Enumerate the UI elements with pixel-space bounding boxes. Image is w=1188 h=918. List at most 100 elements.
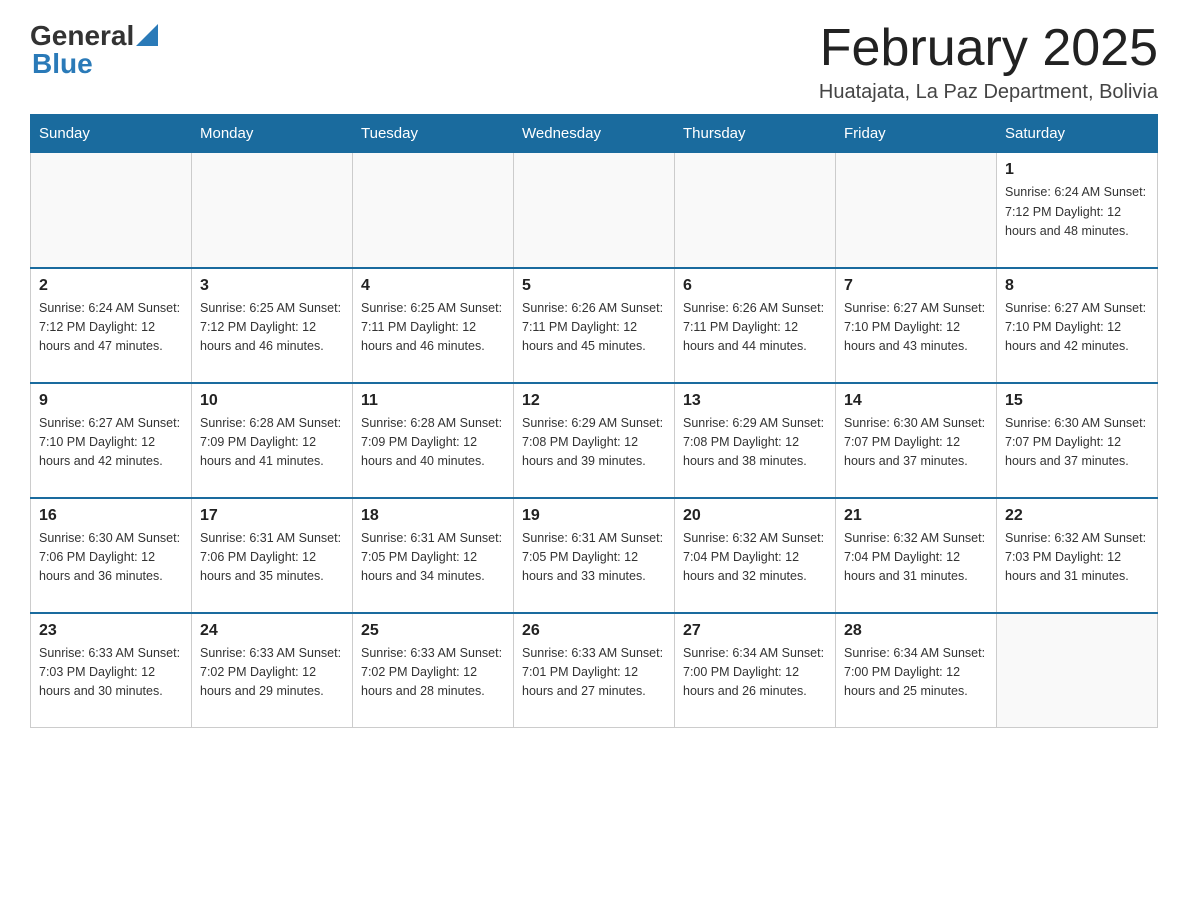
day-number: 2 bbox=[39, 277, 183, 295]
day-info: Sunrise: 6:30 AM Sunset: 7:07 PM Dayligh… bbox=[1005, 414, 1149, 472]
day-number: 20 bbox=[683, 507, 827, 525]
calendar-week-row: 23Sunrise: 6:33 AM Sunset: 7:03 PM Dayli… bbox=[31, 613, 1158, 728]
calendar-cell: 25 Sunrise: 6:33 AM Sunset: 7:02 PM Dayli… bbox=[353, 613, 514, 728]
day-info: Sunrise: 6:33 AM Sunset: 7:01 PM Dayligh… bbox=[522, 644, 666, 702]
calendar-cell: 8 Sunrise: 6:27 AM Sunset: 7:10 PM Daylig… bbox=[997, 268, 1158, 383]
day-info: Sunrise: 6:26 AM Sunset: 7:11 PM Dayligh… bbox=[522, 299, 666, 357]
calendar-cell bbox=[997, 613, 1158, 728]
weekday-header: Monday bbox=[192, 115, 353, 153]
day-info: Sunrise: 6:32 AM Sunset: 7:04 PM Dayligh… bbox=[683, 529, 827, 587]
calendar-cell: 3Sunrise: 6:25 AM Sunset: 7:12 PM Daylig… bbox=[192, 268, 353, 383]
day-number: 1 bbox=[1005, 161, 1149, 179]
day-number: 16 bbox=[39, 507, 183, 525]
calendar-week-row: 16 Sunrise: 6:30 AM Sunset: 7:06 PM Dayli… bbox=[31, 498, 1158, 613]
calendar-cell: 12 Sunrise: 6:29 AM Sunset: 7:08 PM Dayli… bbox=[514, 383, 675, 498]
logo-blue-text: Blue bbox=[32, 48, 93, 79]
day-info: Sunrise: 6:32 AM Sunset: 7:03 PM Dayligh… bbox=[1005, 529, 1149, 587]
day-number: 17 bbox=[200, 507, 344, 525]
day-number: 13 bbox=[683, 392, 827, 410]
weekday-header: Sunday bbox=[31, 115, 192, 153]
calendar-cell bbox=[192, 153, 353, 268]
calendar-cell: 4 Sunrise: 6:25 AM Sunset: 7:11 PM Daylig… bbox=[353, 268, 514, 383]
calendar-week-row: 1 Sunrise: 6:24 AM Sunset: 7:12 PM Daylig… bbox=[31, 153, 1158, 268]
calendar-cell: 20 Sunrise: 6:32 AM Sunset: 7:04 PM Dayli… bbox=[675, 498, 836, 613]
calendar-header-row: SundayMondayTuesdayWednesdayThursdayFrid… bbox=[31, 115, 1158, 153]
day-number: 25 bbox=[361, 622, 505, 640]
weekday-header: Friday bbox=[836, 115, 997, 153]
location-title: Huatajata, La Paz Department, Bolivia bbox=[819, 81, 1158, 104]
day-number: 19 bbox=[522, 507, 666, 525]
day-info: Sunrise: 6:32 AM Sunset: 7:04 PM Dayligh… bbox=[844, 529, 988, 587]
day-number: 3 bbox=[200, 277, 344, 295]
day-number: 21 bbox=[844, 507, 988, 525]
day-info: Sunrise: 6:34 AM Sunset: 7:00 PM Dayligh… bbox=[683, 644, 827, 702]
day-number: 28 bbox=[844, 622, 988, 640]
day-number: 26 bbox=[522, 622, 666, 640]
calendar-cell: 24 Sunrise: 6:33 AM Sunset: 7:02 PM Dayli… bbox=[192, 613, 353, 728]
day-number: 11 bbox=[361, 392, 505, 410]
calendar-cell: 23Sunrise: 6:33 AM Sunset: 7:03 PM Dayli… bbox=[31, 613, 192, 728]
calendar-cell: 2 Sunrise: 6:24 AM Sunset: 7:12 PM Daylig… bbox=[31, 268, 192, 383]
day-number: 4 bbox=[361, 277, 505, 295]
day-info: Sunrise: 6:27 AM Sunset: 7:10 PM Dayligh… bbox=[844, 299, 988, 357]
calendar-cell: 13 Sunrise: 6:29 AM Sunset: 7:08 PM Dayli… bbox=[675, 383, 836, 498]
day-number: 27 bbox=[683, 622, 827, 640]
day-number: 24 bbox=[200, 622, 344, 640]
calendar-cell: 17 Sunrise: 6:31 AM Sunset: 7:06 PM Dayli… bbox=[192, 498, 353, 613]
calendar-cell: 28 Sunrise: 6:34 AM Sunset: 7:00 PM Dayli… bbox=[836, 613, 997, 728]
day-number: 18 bbox=[361, 507, 505, 525]
day-number: 8 bbox=[1005, 277, 1149, 295]
calendar-cell: 26 Sunrise: 6:33 AM Sunset: 7:01 PM Dayli… bbox=[514, 613, 675, 728]
day-info: Sunrise: 6:33 AM Sunset: 7:03 PM Dayligh… bbox=[39, 644, 183, 702]
calendar-table: SundayMondayTuesdayWednesdayThursdayFrid… bbox=[30, 114, 1158, 728]
day-info: Sunrise: 6:27 AM Sunset: 7:10 PM Dayligh… bbox=[39, 414, 183, 472]
calendar-cell bbox=[836, 153, 997, 268]
day-number: 14 bbox=[844, 392, 988, 410]
calendar-cell bbox=[675, 153, 836, 268]
calendar-cell bbox=[514, 153, 675, 268]
calendar-cell: 16 Sunrise: 6:30 AM Sunset: 7:06 PM Dayli… bbox=[31, 498, 192, 613]
day-info: Sunrise: 6:28 AM Sunset: 7:09 PM Dayligh… bbox=[200, 414, 344, 472]
day-info: Sunrise: 6:30 AM Sunset: 7:06 PM Dayligh… bbox=[39, 529, 183, 587]
calendar-cell: 10 Sunrise: 6:28 AM Sunset: 7:09 PM Dayli… bbox=[192, 383, 353, 498]
calendar-week-row: 2 Sunrise: 6:24 AM Sunset: 7:12 PM Daylig… bbox=[31, 268, 1158, 383]
calendar-cell: 14Sunrise: 6:30 AM Sunset: 7:07 PM Dayli… bbox=[836, 383, 997, 498]
calendar-cell: 19 Sunrise: 6:31 AM Sunset: 7:05 PM Dayli… bbox=[514, 498, 675, 613]
day-number: 15 bbox=[1005, 392, 1149, 410]
calendar-cell: 21 Sunrise: 6:32 AM Sunset: 7:04 PM Dayli… bbox=[836, 498, 997, 613]
day-number: 5 bbox=[522, 277, 666, 295]
day-info: Sunrise: 6:33 AM Sunset: 7:02 PM Dayligh… bbox=[361, 644, 505, 702]
calendar-cell: 22 Sunrise: 6:32 AM Sunset: 7:03 PM Dayli… bbox=[997, 498, 1158, 613]
weekday-header: Tuesday bbox=[353, 115, 514, 153]
day-number: 6 bbox=[683, 277, 827, 295]
day-number: 7 bbox=[844, 277, 988, 295]
day-info: Sunrise: 6:24 AM Sunset: 7:12 PM Dayligh… bbox=[1005, 183, 1149, 241]
calendar-cell: 27 Sunrise: 6:34 AM Sunset: 7:00 PM Dayli… bbox=[675, 613, 836, 728]
weekday-header: Thursday bbox=[675, 115, 836, 153]
calendar-cell: 18Sunrise: 6:31 AM Sunset: 7:05 PM Dayli… bbox=[353, 498, 514, 613]
day-info: Sunrise: 6:29 AM Sunset: 7:08 PM Dayligh… bbox=[522, 414, 666, 472]
calendar-week-row: 9Sunrise: 6:27 AM Sunset: 7:10 PM Daylig… bbox=[31, 383, 1158, 498]
day-number: 22 bbox=[1005, 507, 1149, 525]
day-number: 12 bbox=[522, 392, 666, 410]
logo: General Blue bbox=[30, 20, 158, 80]
day-info: Sunrise: 6:29 AM Sunset: 7:08 PM Dayligh… bbox=[683, 414, 827, 472]
day-info: Sunrise: 6:27 AM Sunset: 7:10 PM Dayligh… bbox=[1005, 299, 1149, 357]
day-number: 10 bbox=[200, 392, 344, 410]
day-info: Sunrise: 6:24 AM Sunset: 7:12 PM Dayligh… bbox=[39, 299, 183, 357]
day-info: Sunrise: 6:31 AM Sunset: 7:05 PM Dayligh… bbox=[522, 529, 666, 587]
day-info: Sunrise: 6:33 AM Sunset: 7:02 PM Dayligh… bbox=[200, 644, 344, 702]
calendar-cell: 9Sunrise: 6:27 AM Sunset: 7:10 PM Daylig… bbox=[31, 383, 192, 498]
calendar-cell: 1 Sunrise: 6:24 AM Sunset: 7:12 PM Daylig… bbox=[997, 153, 1158, 268]
page-header: General Blue February 2025 Huatajata, La… bbox=[30, 20, 1158, 104]
day-info: Sunrise: 6:34 AM Sunset: 7:00 PM Dayligh… bbox=[844, 644, 988, 702]
day-info: Sunrise: 6:31 AM Sunset: 7:06 PM Dayligh… bbox=[200, 529, 344, 587]
calendar-cell: 7 Sunrise: 6:27 AM Sunset: 7:10 PM Daylig… bbox=[836, 268, 997, 383]
calendar-cell bbox=[353, 153, 514, 268]
calendar-cell: 11 Sunrise: 6:28 AM Sunset: 7:09 PM Dayli… bbox=[353, 383, 514, 498]
day-info: Sunrise: 6:28 AM Sunset: 7:09 PM Dayligh… bbox=[361, 414, 505, 472]
day-info: Sunrise: 6:25 AM Sunset: 7:11 PM Dayligh… bbox=[361, 299, 505, 357]
calendar-cell bbox=[31, 153, 192, 268]
logo-triangle-icon bbox=[136, 24, 158, 46]
month-title: February 2025 bbox=[819, 20, 1158, 77]
